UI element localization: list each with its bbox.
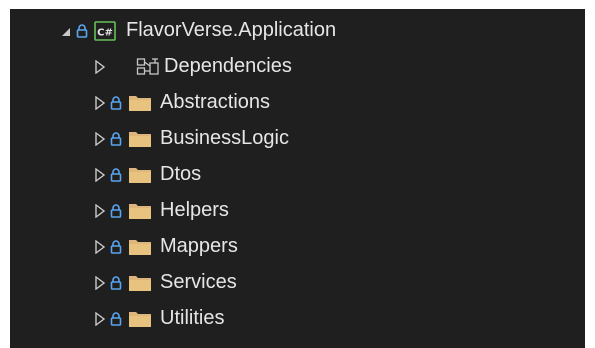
folder-label: Utilities <box>160 307 225 329</box>
lock-icon <box>110 132 122 146</box>
tree-item-folder[interactable]: Abstractions <box>10 85 585 121</box>
folder-label: BusinessLogic <box>160 127 289 149</box>
collapsed-triangle-icon[interactable] <box>94 240 106 254</box>
collapsed-triangle-icon[interactable] <box>94 168 106 182</box>
project-name: FlavorVerse.Application <box>126 19 337 41</box>
tree-item-project[interactable]: C# FlavorVerse.Application <box>10 13 585 49</box>
solution-explorer-tree: C# FlavorVerse.Application Dependencies <box>10 9 585 348</box>
folder-label: Abstractions <box>160 91 271 113</box>
tree-item-folder[interactable]: Utilities <box>10 301 585 337</box>
folder-label: Services <box>160 271 237 293</box>
folder-icon <box>129 240 151 255</box>
tree-item-folder[interactable]: BusinessLogic <box>10 121 585 157</box>
dependencies-label: Dependencies <box>164 55 292 77</box>
lock-icon <box>110 168 122 182</box>
folder-icon <box>129 276 151 291</box>
lock-icon <box>76 24 88 38</box>
folder-icon <box>129 312 151 327</box>
expanded-triangle-icon[interactable] <box>60 25 72 39</box>
collapsed-triangle-icon[interactable] <box>94 132 106 146</box>
tree-item-folder[interactable]: Dtos <box>10 157 585 193</box>
folder-label: Dtos <box>160 163 202 185</box>
lock-icon <box>110 240 122 254</box>
folder-icon <box>129 132 151 147</box>
collapsed-triangle-icon[interactable] <box>94 60 106 74</box>
folder-label: Mappers <box>160 235 238 257</box>
collapsed-triangle-icon[interactable] <box>94 276 106 290</box>
dependencies-icon <box>136 58 159 75</box>
frame-border: C# FlavorVerse.Application Dependencies <box>0 0 595 348</box>
lock-icon <box>110 96 122 110</box>
svg-text:C#: C# <box>97 28 113 39</box>
folder-icon <box>129 96 151 111</box>
csharp-project-icon: C# <box>94 21 116 41</box>
collapsed-triangle-icon[interactable] <box>94 96 106 110</box>
tree-item-folder[interactable]: Services <box>10 265 585 301</box>
tree-item-folder[interactable]: Mappers <box>10 229 585 265</box>
folder-icon <box>129 204 151 219</box>
lock-icon <box>110 312 122 326</box>
tree-item-folder[interactable]: Helpers <box>10 193 585 229</box>
lock-icon <box>110 276 122 290</box>
lock-icon <box>110 204 122 218</box>
collapsed-triangle-icon[interactable] <box>94 204 106 218</box>
tree-item-dependencies[interactable]: Dependencies <box>10 49 585 85</box>
collapsed-triangle-icon[interactable] <box>94 312 106 326</box>
folder-icon <box>129 168 151 183</box>
folder-label: Helpers <box>160 199 229 221</box>
